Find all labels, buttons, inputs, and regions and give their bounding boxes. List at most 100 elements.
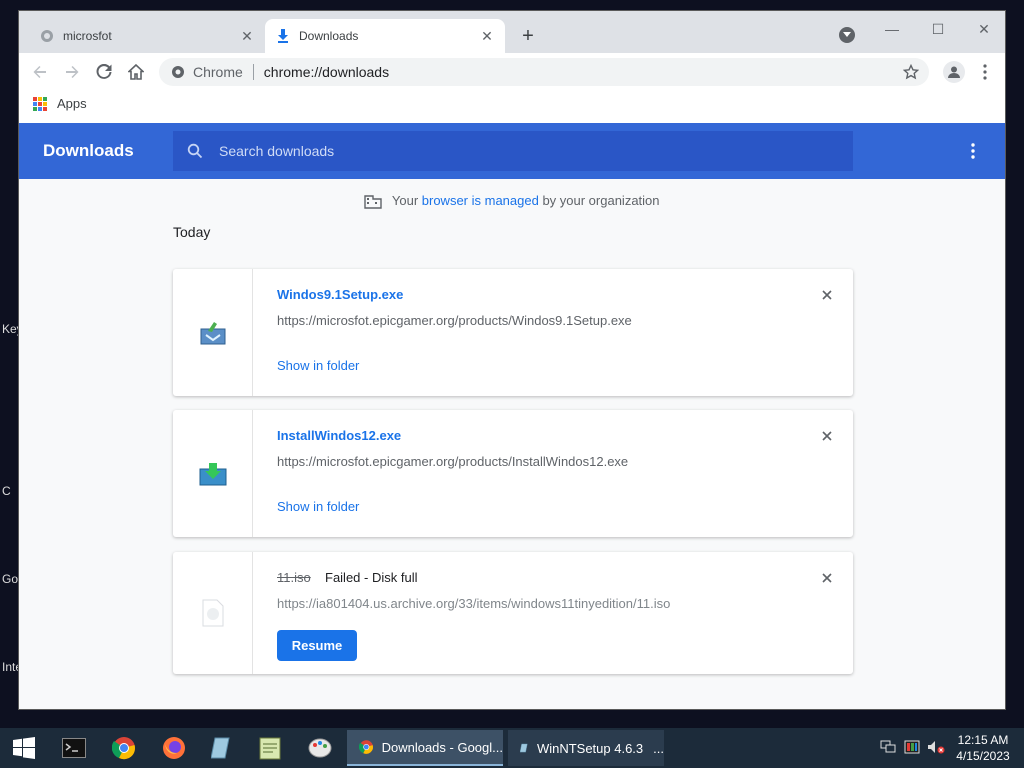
desktop-icon-label[interactable]: Key <box>2 322 18 336</box>
windows-logo-icon <box>13 737 35 759</box>
taskbar-app-winntsetup[interactable]: WinNTSetup 4.6.3 ... <box>508 730 664 766</box>
managed-prefix: Your <box>391 193 422 208</box>
chevron-down-icon <box>843 32 851 37</box>
file-name-link[interactable]: InstallWindos12.exe <box>277 428 401 443</box>
managed-suffix: by your organization <box>538 193 660 208</box>
managed-link[interactable]: browser is managed <box>422 193 539 208</box>
date-section-label: Today <box>173 224 211 240</box>
maximize-button[interactable]: ☐ <box>923 17 953 41</box>
close-icon <box>822 573 832 583</box>
tab-strip: microsfot ✕ Downloads ✕ + — ☐ ✕ <box>19 11 1005 53</box>
paint-taskbar-icon[interactable] <box>306 734 334 762</box>
tab-title: Downloads <box>299 29 359 43</box>
minimize-button[interactable]: — <box>877 17 907 41</box>
volume-tray-icon[interactable] <box>926 738 946 756</box>
downloads-page: Downloads Your browser is managed by you… <box>19 123 1005 709</box>
clock-time: 12:15 AM <box>957 733 1009 747</box>
tab-title: microsfot <box>63 29 112 43</box>
close-window-button[interactable]: ✕ <box>969 17 999 41</box>
forward-arrow-icon <box>66 66 79 78</box>
globe-icon <box>39 28 55 44</box>
installer-file-icon <box>199 462 226 485</box>
back-button[interactable] <box>29 61 51 83</box>
download-status: Failed - Disk full <box>325 570 418 585</box>
tab-microsfot[interactable]: microsfot ✕ <box>29 19 265 53</box>
crystal-icon <box>211 737 230 759</box>
file-name-link[interactable]: Windos9.1Setup.exe <box>277 287 403 302</box>
search-input[interactable] <box>219 143 819 159</box>
desktop-icon-label[interactable]: Inte <box>2 660 18 674</box>
reload-button[interactable] <box>93 61 115 83</box>
display-color-icon <box>904 740 920 754</box>
notepad-taskbar-icon[interactable] <box>256 734 284 762</box>
person-icon <box>948 66 960 78</box>
paint-icon <box>308 738 332 758</box>
remove-item-button[interactable] <box>819 570 835 586</box>
address-bar[interactable]: Chrome chrome://downloads <box>159 58 929 86</box>
chrome-menu-button[interactable] <box>979 61 991 83</box>
file-icon-column <box>173 410 253 537</box>
back-arrow-icon <box>33 66 46 78</box>
forward-button[interactable] <box>61 61 83 83</box>
resume-button[interactable]: Resume <box>277 630 357 661</box>
firefox-taskbar-icon[interactable] <box>160 734 188 762</box>
download-item: Windos9.1Setup.exe https://microsfot.epi… <box>173 269 853 396</box>
close-tab-icon[interactable]: ✕ <box>237 26 257 46</box>
download-item-failed: 11.iso Failed - Disk full https://ia8014… <box>173 552 853 674</box>
remove-item-button[interactable] <box>819 287 835 303</box>
chrome-icon <box>172 66 184 78</box>
file-url[interactable]: https://ia801404.us.archive.org/33/items… <box>277 596 670 611</box>
download-item: InstallWindos12.exe https://microsfot.ep… <box>173 410 853 537</box>
network-tray-icon[interactable] <box>878 738 898 756</box>
apps-bookmark[interactable]: Apps <box>57 96 87 111</box>
browser-toolbar: Chrome chrome://downloads <box>19 53 1005 91</box>
volume-muted-icon <box>928 741 945 754</box>
omnibox-separator <box>252 64 254 80</box>
managed-notice: Your browser is managed by your organiza… <box>19 193 1005 209</box>
system-clock[interactable]: 12:15 AM 4/15/2023 <box>952 732 1014 764</box>
close-tab-icon[interactable]: ✕ <box>477 26 497 46</box>
remove-item-button[interactable] <box>819 428 835 444</box>
taskbar-app-more: ... <box>653 740 664 756</box>
bookmark-star-icon[interactable] <box>903 64 919 80</box>
reload-icon <box>96 64 112 79</box>
home-button[interactable] <box>125 61 147 83</box>
file-url[interactable]: https://microsfot.epicgamer.org/products… <box>277 313 632 328</box>
more-vert-icon <box>971 143 975 159</box>
file-name: 11.iso <box>277 570 311 585</box>
clock-date: 4/15/2023 <box>956 749 1010 763</box>
network-icon <box>880 740 896 753</box>
show-in-folder-link[interactable]: Show in folder <box>277 358 359 373</box>
chrome-icon <box>359 740 373 754</box>
more-vert-icon <box>983 64 987 80</box>
site-chip: Chrome <box>193 64 243 80</box>
taskbar-app-chrome-downloads[interactable]: Downloads - Googl... <box>347 730 503 766</box>
desktop-icon-label[interactable]: C <box>2 484 18 498</box>
show-in-folder-link[interactable]: Show in folder <box>277 499 359 514</box>
bookmarks-bar: Apps <box>19 91 1005 123</box>
chrome-icon <box>112 737 135 760</box>
winntsetup-icon <box>520 743 528 753</box>
desktop-icon-label[interactable]: Go <box>2 572 18 586</box>
app-taskbar-icon[interactable] <box>208 734 236 762</box>
downloads-menu-button[interactable] <box>963 141 983 161</box>
taskbar-app-label: WinNTSetup 4.6.3 <box>536 740 644 756</box>
new-tab-button[interactable]: + <box>517 25 539 47</box>
search-box[interactable] <box>173 131 853 171</box>
chrome-taskbar-icon[interactable] <box>110 734 138 762</box>
close-icon <box>822 290 832 300</box>
taskbar-app-label: Downloads - Googl... <box>381 739 503 755</box>
terminal-taskbar-icon[interactable] <box>60 734 88 762</box>
apps-grid-icon[interactable] <box>33 97 47 111</box>
downloads-header: Downloads <box>19 123 1005 179</box>
close-icon <box>822 431 832 441</box>
file-url[interactable]: https://microsfot.epicgamer.org/products… <box>277 454 628 469</box>
tab-search-button[interactable] <box>839 27 855 43</box>
tab-downloads[interactable]: Downloads ✕ <box>265 19 505 53</box>
url-text[interactable]: chrome://downloads <box>264 64 389 80</box>
color-tray-icon[interactable] <box>902 738 922 756</box>
page-title: Downloads <box>43 141 134 160</box>
profile-button[interactable] <box>943 61 965 83</box>
start-button[interactable] <box>10 734 38 762</box>
building-icon <box>364 194 383 209</box>
